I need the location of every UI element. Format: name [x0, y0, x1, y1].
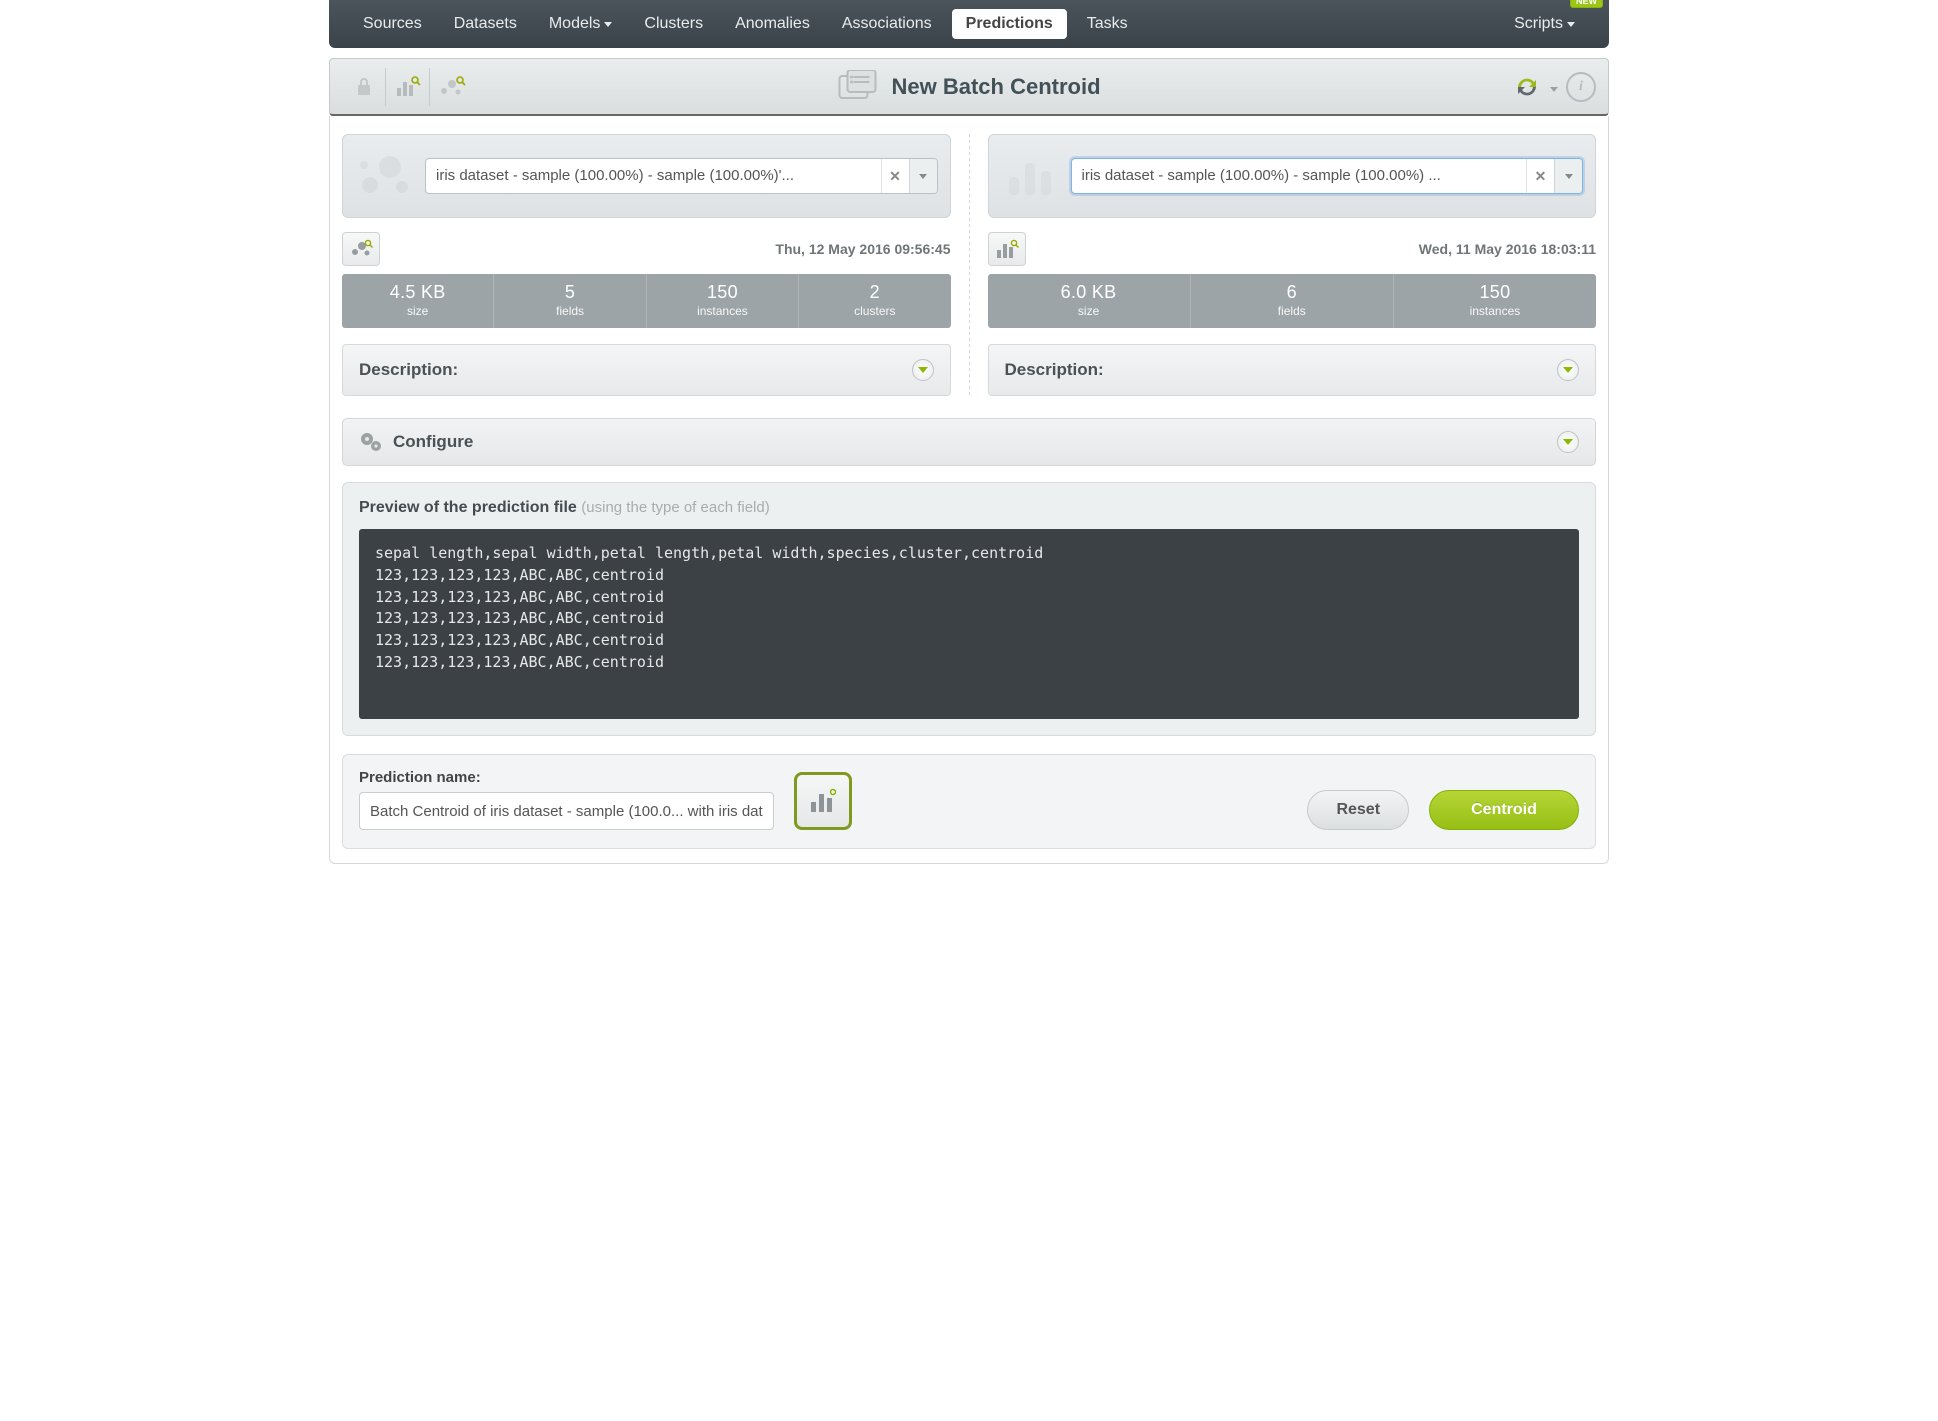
batch-centroid-icon	[837, 70, 879, 104]
bar-chart-search-icon[interactable]	[386, 68, 430, 106]
dataset-column: iris dataset - sample (100.00%) - sample…	[988, 134, 1597, 396]
cluster-view-icon[interactable]	[342, 232, 380, 266]
nav-sources[interactable]: Sources	[347, 3, 438, 45]
stat-clusters: 2clusters	[799, 274, 950, 328]
column-divider	[969, 134, 970, 396]
titlebar: New Batch Centroid i	[329, 58, 1609, 116]
chevron-down-icon[interactable]	[1554, 159, 1582, 193]
cluster-icon	[355, 149, 415, 203]
nav-datasets[interactable]: Datasets	[438, 3, 533, 45]
bar-chart-icon	[1001, 149, 1061, 203]
nav-associations[interactable]: Associations	[826, 3, 948, 45]
cluster-select[interactable]: iris dataset - sample (100.00%) - sample…	[425, 158, 938, 194]
clear-icon[interactable]: ✕	[1526, 159, 1554, 193]
top-nav: Sources Datasets Models Clusters Anomali…	[329, 0, 1609, 48]
page-title: New Batch Centroid	[891, 74, 1100, 100]
footer-panel: Prediction name: Reset Centroid	[342, 754, 1596, 849]
cluster-selector-panel: iris dataset - sample (100.00%) - sample…	[342, 134, 951, 218]
nav-scripts-label: Scripts	[1514, 15, 1563, 33]
cluster-column: iris dataset - sample (100.00%) - sample…	[342, 134, 951, 396]
stat-fields: 5fields	[494, 274, 646, 328]
cluster-select-text: iris dataset - sample (100.00%) - sample…	[426, 159, 881, 193]
stat-fields: 6fields	[1191, 274, 1394, 328]
reset-button[interactable]: Reset	[1307, 790, 1409, 830]
stat-size: 4.5 KBsize	[342, 274, 494, 328]
nav-scripts[interactable]: Scripts	[1498, 3, 1591, 45]
preview-title: Preview of the prediction file (using th…	[359, 499, 1579, 517]
description-label: Description:	[1005, 360, 1104, 380]
stat-instances: 150instances	[1394, 274, 1596, 328]
nav-clusters[interactable]: Clusters	[628, 3, 719, 45]
chevron-down-icon	[1567, 22, 1575, 27]
centroid-button[interactable]: Centroid	[1429, 790, 1579, 830]
description-label: Description:	[359, 360, 458, 380]
cluster-search-icon[interactable]	[430, 68, 474, 106]
prediction-name-input[interactable]	[359, 792, 774, 830]
main-content: iris dataset - sample (100.00%) - sample…	[329, 116, 1609, 864]
configure-label: Configure	[393, 432, 473, 452]
new-badge: NEW	[1570, 0, 1603, 8]
create-dataset-button[interactable]	[794, 772, 852, 830]
nav-predictions[interactable]: Predictions	[952, 9, 1067, 39]
nav-models[interactable]: Models	[533, 3, 629, 45]
sync-icon[interactable]	[1512, 72, 1542, 102]
stat-size: 6.0 KBsize	[988, 274, 1191, 328]
dataset-select[interactable]: iris dataset - sample (100.00%) - sample…	[1071, 158, 1584, 194]
dataset-timestamp: Wed, 11 May 2016 18:03:11	[1419, 241, 1596, 257]
clear-icon[interactable]: ✕	[881, 159, 909, 193]
prediction-name-label: Prediction name:	[359, 769, 774, 786]
cluster-stats: 4.5 KBsize 5fields 150instances 2cluster…	[342, 274, 951, 328]
nav-tasks[interactable]: Tasks	[1071, 3, 1144, 45]
stat-instances: 150instances	[647, 274, 799, 328]
chevron-down-icon[interactable]	[1550, 79, 1558, 95]
nav-models-label: Models	[549, 15, 601, 33]
expand-icon[interactable]	[912, 359, 934, 381]
cluster-description-row[interactable]: Description:	[342, 344, 951, 396]
chevron-down-icon[interactable]	[909, 159, 937, 193]
dataset-selector-panel: iris dataset - sample (100.00%) - sample…	[988, 134, 1597, 218]
cluster-timestamp: Thu, 12 May 2016 09:56:45	[775, 241, 950, 257]
info-icon[interactable]: i	[1566, 72, 1596, 102]
dataset-description-row[interactable]: Description:	[988, 344, 1597, 396]
dataset-view-icon[interactable]	[988, 232, 1026, 266]
chevron-down-icon	[604, 22, 612, 27]
dataset-select-text: iris dataset - sample (100.00%) - sample…	[1072, 159, 1527, 193]
nav-anomalies[interactable]: Anomalies	[719, 3, 826, 45]
expand-icon[interactable]	[1557, 359, 1579, 381]
preview-panel: Preview of the prediction file (using th…	[342, 482, 1596, 736]
expand-icon[interactable]	[1557, 431, 1579, 453]
preview-code: sepal length,sepal width,petal length,pe…	[359, 529, 1579, 719]
dataset-stats: 6.0 KBsize 6fields 150instances	[988, 274, 1597, 328]
lock-icon[interactable]	[342, 68, 386, 106]
configure-row[interactable]: Configure	[342, 418, 1596, 466]
gear-icon	[359, 431, 383, 453]
